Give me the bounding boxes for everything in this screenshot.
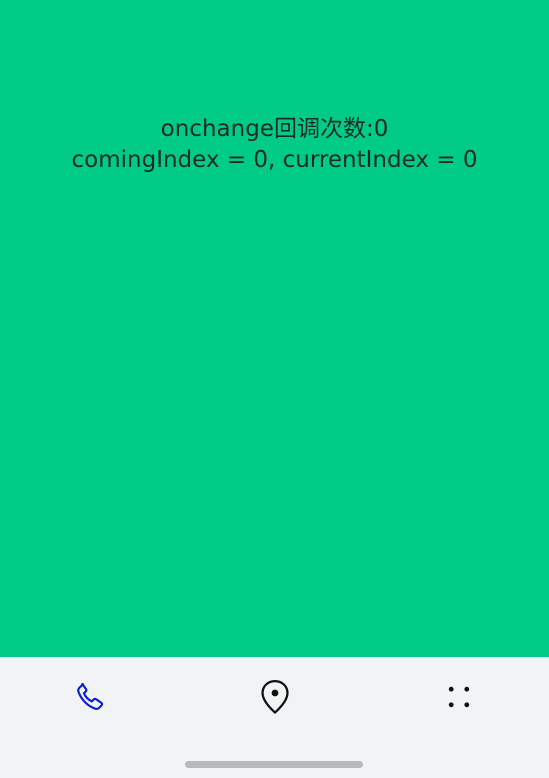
onchange-callback-count: onchange回调次数:0 (160, 116, 389, 142)
tab-more[interactable] (429, 675, 489, 719)
tab-phone[interactable] (60, 675, 120, 719)
bottom-tab-bar (0, 657, 549, 778)
four-dots-icon (442, 680, 476, 714)
swiper-content-area[interactable]: onchange回调次数:0 comingIndex = 0, currentI… (0, 0, 549, 657)
index-status: comingIndex = 0, currentIndex = 0 (71, 147, 478, 173)
home-indicator[interactable] (185, 761, 363, 768)
location-pin-icon (258, 678, 292, 716)
onchange-status: onchange回调次数:0 comingIndex = 0, currentI… (0, 114, 549, 176)
tab-location[interactable] (245, 675, 305, 719)
phone-icon (73, 680, 107, 714)
